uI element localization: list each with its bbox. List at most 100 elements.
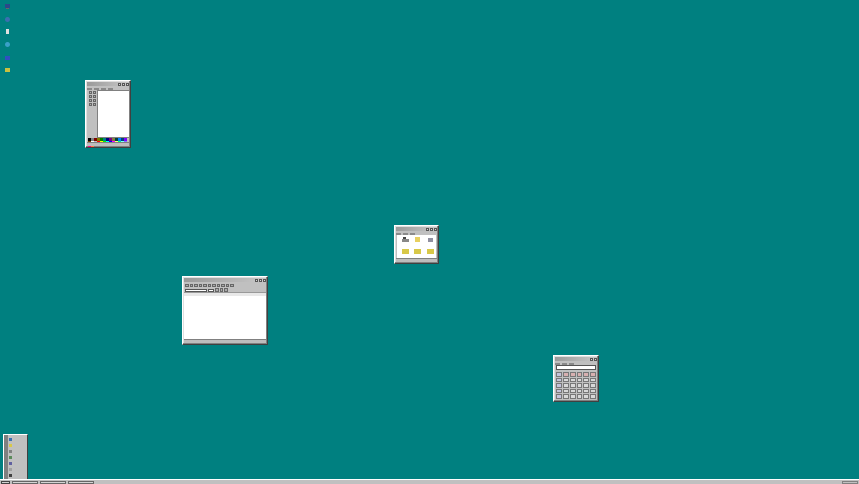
save-icon[interactable] xyxy=(194,283,198,288)
programs-icon xyxy=(9,437,12,441)
minimize-button[interactable] xyxy=(118,82,121,86)
drive-icon xyxy=(401,237,409,242)
select-tool-icon[interactable] xyxy=(88,90,92,94)
magnifier-tool-icon[interactable] xyxy=(92,98,96,102)
calculator-key[interactable] xyxy=(590,388,596,394)
free-select-tool-icon[interactable] xyxy=(92,90,96,94)
start-menu-item[interactable] xyxy=(8,461,27,465)
calculator-key[interactable] xyxy=(556,383,562,388)
date-icon[interactable] xyxy=(230,283,234,288)
find-icon[interactable] xyxy=(207,283,211,288)
calculator-key[interactable] xyxy=(562,377,569,383)
folder-icon[interactable] xyxy=(2,65,13,74)
minimize-button[interactable] xyxy=(255,278,258,282)
brush-tool-icon[interactable] xyxy=(92,102,96,106)
paint-window[interactable] xyxy=(85,80,131,148)
close-button[interactable] xyxy=(126,82,129,86)
network-icon[interactable] xyxy=(2,15,13,24)
paint-titlebar[interactable] xyxy=(87,82,129,86)
picker-tool-icon[interactable] xyxy=(88,98,92,102)
close-button[interactable] xyxy=(263,278,266,282)
paint-canvas[interactable] xyxy=(97,90,130,138)
calculator-key[interactable] xyxy=(576,388,583,394)
folder-content xyxy=(397,235,436,260)
calculator-key[interactable] xyxy=(569,383,576,388)
briefcase-icon[interactable] xyxy=(2,53,13,62)
calculator-key[interactable] xyxy=(569,388,576,394)
folder-icon xyxy=(413,249,421,254)
start-menu-item[interactable] xyxy=(8,473,27,477)
cut-icon[interactable] xyxy=(212,283,216,288)
folder-item[interactable] xyxy=(424,237,436,248)
calculator-key[interactable] xyxy=(576,383,583,388)
maximize-button[interactable] xyxy=(259,278,262,282)
fill-tool-icon[interactable] xyxy=(92,94,96,98)
eraser-tool-icon[interactable] xyxy=(88,94,92,98)
my-computer-icon[interactable] xyxy=(2,2,13,11)
print-icon[interactable] xyxy=(198,283,202,288)
internet-icon[interactable] xyxy=(2,40,13,49)
wordpad-window[interactable] xyxy=(182,276,268,345)
folder-titlebar[interactable] xyxy=(396,227,437,231)
start-menu-item[interactable] xyxy=(8,449,27,453)
paste-icon[interactable] xyxy=(221,283,225,288)
calculator-key[interactable] xyxy=(569,377,576,383)
preview-icon[interactable] xyxy=(203,283,207,288)
close-button[interactable] xyxy=(594,357,597,361)
calculator-key[interactable] xyxy=(562,372,569,377)
start-menu-item[interactable] xyxy=(8,467,27,471)
calculator-key[interactable] xyxy=(576,377,583,383)
calculator-key[interactable] xyxy=(590,377,596,383)
font-select[interactable] xyxy=(185,288,207,292)
folder-window[interactable] xyxy=(394,225,439,264)
italic-icon[interactable] xyxy=(219,288,223,292)
calculator-key[interactable] xyxy=(590,372,596,377)
document-area[interactable] xyxy=(184,296,266,340)
printer-icon xyxy=(414,237,420,242)
calculator-key[interactable] xyxy=(569,372,576,377)
calculator-key[interactable] xyxy=(556,388,562,394)
new-icon[interactable] xyxy=(185,283,189,288)
minimize-button[interactable] xyxy=(426,227,429,231)
calculator-key[interactable] xyxy=(590,383,596,388)
font-size-select[interactable] xyxy=(208,288,214,292)
calculator-key[interactable] xyxy=(562,394,569,399)
minimize-button[interactable] xyxy=(590,357,593,361)
copy-icon[interactable] xyxy=(216,283,220,288)
calculator-key[interactable] xyxy=(576,394,583,399)
recycle-bin-icon[interactable] xyxy=(2,27,13,36)
calculator-key[interactable] xyxy=(562,383,569,388)
taskbar-button[interactable] xyxy=(68,480,94,484)
wordpad-titlebar[interactable] xyxy=(184,278,266,282)
calculator-key[interactable] xyxy=(576,372,583,377)
start-button[interactable] xyxy=(1,480,10,484)
calculator-key[interactable] xyxy=(556,372,562,377)
close-button[interactable] xyxy=(434,227,437,231)
calculator-key[interactable] xyxy=(583,372,590,377)
start-menu-item[interactable] xyxy=(8,437,27,441)
underline-icon[interactable] xyxy=(224,288,228,292)
calculator-key[interactable] xyxy=(583,388,590,394)
pencil-tool-icon[interactable] xyxy=(88,102,92,106)
calculator-window[interactable] xyxy=(553,355,599,402)
calculator-key[interactable] xyxy=(583,394,590,399)
calculator-key[interactable] xyxy=(590,394,596,399)
bold-icon[interactable] xyxy=(215,288,219,292)
folder-item[interactable] xyxy=(399,237,411,248)
start-menu-item[interactable] xyxy=(8,455,27,459)
calculator-key[interactable] xyxy=(583,377,590,383)
calculator-key[interactable] xyxy=(583,383,590,388)
calculator-key[interactable] xyxy=(556,394,562,399)
undo-icon[interactable] xyxy=(225,283,229,288)
calculator-key[interactable] xyxy=(569,394,576,399)
calculator-key[interactable] xyxy=(562,388,569,394)
maximize-button[interactable] xyxy=(430,227,433,231)
calculator-key[interactable] xyxy=(556,377,562,383)
maximize-button[interactable] xyxy=(122,82,125,86)
calculator-titlebar[interactable] xyxy=(555,357,597,361)
taskbar-button[interactable] xyxy=(40,480,66,484)
open-icon[interactable] xyxy=(189,283,193,288)
folder-item[interactable] xyxy=(411,237,423,248)
taskbar-button[interactable] xyxy=(12,480,38,484)
start-menu-item[interactable] xyxy=(8,443,27,447)
